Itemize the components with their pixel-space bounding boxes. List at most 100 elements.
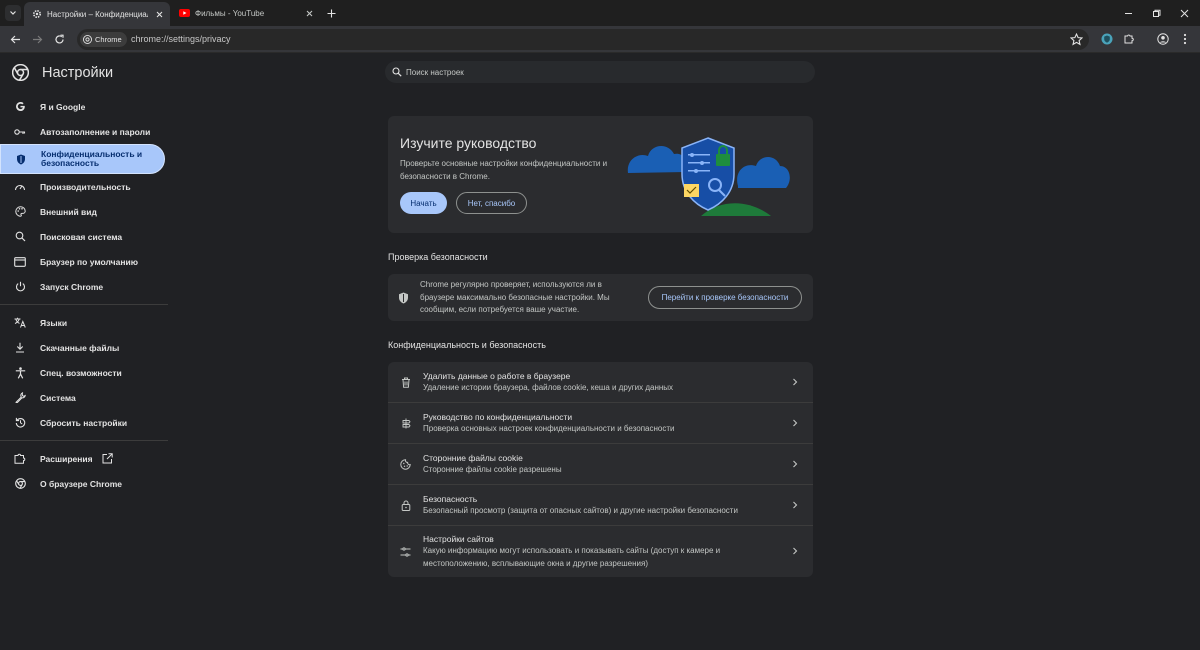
row-subtitle: Какую информацию могут использовать и по… <box>423 546 721 568</box>
search-icon <box>392 67 402 77</box>
start-guide-button[interactable]: Начать <box>400 192 447 214</box>
dismiss-guide-button[interactable]: Нет, спасибо <box>456 192 527 214</box>
tab-youtube[interactable]: Фильмы - YouTube <box>172 2 320 24</box>
sidebar-item-performance[interactable]: Производительность <box>0 174 168 199</box>
sidebar-item-search-engine[interactable]: Поисковая система <box>0 224 168 249</box>
chip-label: Chrome <box>95 35 122 44</box>
sidebar-item-label: О браузере Chrome <box>40 478 122 489</box>
shield-icon <box>15 153 27 165</box>
settings-search-input[interactable]: Поиск настроек <box>385 61 815 83</box>
reload-button[interactable] <box>52 32 66 46</box>
chevron-down-icon <box>10 11 16 15</box>
sidebar-item-system[interactable]: Система <box>0 385 168 410</box>
restore-button[interactable] <box>1148 5 1164 21</box>
row-title: Безопасность <box>423 494 478 504</box>
sidebar-item-label: Скачанные файлы <box>40 342 120 353</box>
row-title: Сторонние файлы cookie <box>423 453 523 463</box>
puzzle-icon <box>14 453 26 465</box>
sidebar-item-privacy[interactable]: Конфиденциальность и безопасность <box>0 144 165 174</box>
tab-search-button[interactable] <box>5 5 21 21</box>
reload-icon <box>54 34 64 44</box>
key-icon <box>14 126 26 138</box>
go-to-safety-check-button[interactable]: Перейти к проверке безопасности <box>648 286 802 309</box>
sidebar-item-label: Производительность <box>40 181 131 192</box>
extension-shield-button[interactable] <box>1100 32 1114 46</box>
back-button[interactable] <box>8 32 22 46</box>
wrench-icon <box>14 392 26 404</box>
sidebar-item-appearance[interactable]: Внешний вид <box>0 199 168 224</box>
sidebar-item-label: Я и Google <box>40 101 86 112</box>
sidebar-item-label: Расширения <box>40 453 93 464</box>
more-vert-icon <box>1183 33 1187 45</box>
url-text[interactable]: chrome://settings/privacy <box>131 34 231 44</box>
sidebar-item-label: Автозаполнение и пароли <box>40 126 151 137</box>
chrome-icon <box>14 478 26 490</box>
cookie-icon <box>400 459 411 470</box>
privacy-guide-illustration <box>627 137 790 216</box>
search-icon <box>14 231 26 243</box>
sidebar-item-label: Конфиденциальность и безопасность <box>41 149 143 168</box>
row-subtitle: Сторонние файлы cookie разрешены <box>423 465 562 474</box>
close-tab-icon[interactable] <box>303 7 315 19</box>
site-info-chip[interactable]: Chrome <box>80 32 127 47</box>
minimize-button[interactable] <box>1120 5 1136 21</box>
row-subtitle: Удаление истории браузера, файлов cookie… <box>423 383 674 392</box>
close-window-button[interactable] <box>1176 5 1192 21</box>
bookmark-star-icon[interactable] <box>1070 33 1083 46</box>
sidebar-item-languages[interactable]: Языки <box>0 310 168 335</box>
gear-icon <box>31 9 42 20</box>
profile-button[interactable] <box>1156 32 1170 46</box>
privacy-section-title: Конфиденциальность и безопасность <box>388 340 546 350</box>
chevron-right-icon <box>793 501 798 509</box>
sidebar-divider <box>0 304 168 305</box>
sidebar-item-label: Система <box>40 392 76 403</box>
chevron-right-icon <box>793 419 798 427</box>
sidebar-item-label: Поисковая система <box>40 231 123 242</box>
sidebar-item-label: Внешний вид <box>40 206 97 217</box>
row-site-settings[interactable]: Настройки сайтов Какую информацию могут … <box>388 526 813 577</box>
arrow-right-icon <box>32 35 42 43</box>
sidebar-item-about-chrome[interactable]: О браузере Chrome <box>0 471 168 496</box>
address-bar[interactable]: Chrome chrome://settings/privacy <box>77 29 1089 50</box>
sidebar-item-autofill[interactable]: Автозаполнение и пароли <box>0 119 168 144</box>
row-security[interactable]: Безопасность Безопасный просмотр (защита… <box>388 485 813 526</box>
extensions-button[interactable] <box>1122 32 1136 46</box>
row-privacy-guide[interactable]: Руководство по конфиденциальности Провер… <box>388 403 813 444</box>
chevron-right-icon <box>793 378 798 386</box>
reset-icon <box>14 417 26 429</box>
sidebar-item-label: Языки <box>40 317 68 328</box>
plus-icon <box>327 9 335 17</box>
accessibility-icon <box>14 366 26 379</box>
sidebar-item-reset[interactable]: Сбросить настройки <box>0 410 168 435</box>
menu-button[interactable] <box>1178 32 1192 46</box>
sidebar-item-you-and-google[interactable]: Я и Google <box>0 94 168 119</box>
sidebar-item-default-browser[interactable]: Браузер по умолчанию <box>0 249 168 274</box>
close-tab-icon[interactable] <box>153 8 165 20</box>
row-clear-browsing-data[interactable]: Удалить данные о работе в браузере Удале… <box>388 362 813 403</box>
guide-icon <box>400 418 411 429</box>
arrow-left-icon <box>10 35 20 43</box>
promo-title: Изучите руководство <box>400 135 537 151</box>
youtube-icon <box>179 8 190 19</box>
forward-button[interactable] <box>30 32 44 46</box>
row-third-party-cookies[interactable]: Сторонние файлы cookie Сторонние файлы c… <box>388 444 813 485</box>
extension-shield-icon <box>1101 33 1113 45</box>
close-icon <box>1180 9 1188 17</box>
tab-settings[interactable]: Настройки – Конфиденциальность и безопас… <box>24 2 170 26</box>
tab-strip: Настройки – Конфиденциальность и безопас… <box>0 0 1200 26</box>
page-title: Настройки <box>42 64 114 81</box>
sidebar-item-label: Браузер по умолчанию <box>40 256 138 267</box>
sidebar-item-extensions[interactable]: Расширения <box>0 446 168 471</box>
sidebar-item-on-startup[interactable]: Запуск Chrome <box>0 274 168 299</box>
sidebar-nav: Я и Google Автозаполнение и пароли Конфи… <box>0 94 168 496</box>
new-tab-button[interactable] <box>324 6 338 20</box>
promo-description: Проверьте основные настройки конфиденциа… <box>400 159 608 181</box>
sidebar-item-accessibility[interactable]: Спец. возможности <box>0 360 168 385</box>
chrome-logo-icon <box>12 64 29 81</box>
sidebar-divider <box>0 440 168 441</box>
safety-check-card: Chrome регулярно проверяет, используются… <box>388 274 813 321</box>
row-title: Руководство по конфиденциальности <box>423 412 573 422</box>
safety-check-section-title: Проверка безопасности <box>388 252 488 262</box>
tune-icon <box>400 546 411 557</box>
sidebar-item-downloads[interactable]: Скачанные файлы <box>0 335 168 360</box>
